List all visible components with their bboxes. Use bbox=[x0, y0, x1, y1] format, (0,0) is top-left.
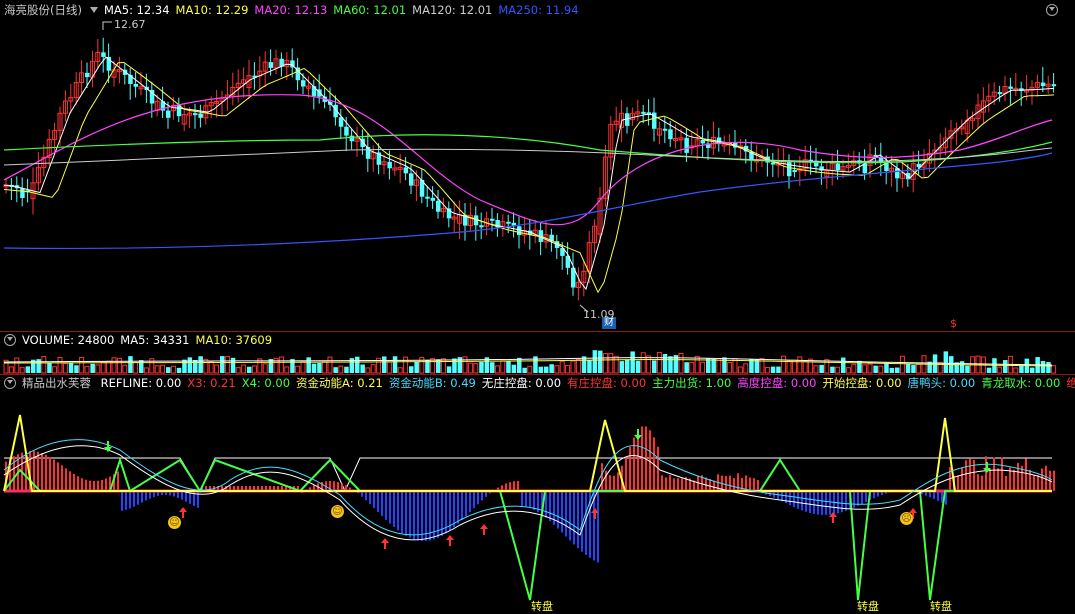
green-signal-line bbox=[3, 456, 1052, 601]
up-arrow-icon bbox=[179, 507, 187, 518]
yellow-signal-line bbox=[3, 414, 1052, 492]
down-arrow-icon bbox=[104, 441, 112, 452]
up-arrow-icon bbox=[446, 535, 454, 546]
smiley-icon: ☹ bbox=[900, 512, 913, 525]
smiley-icon: ☺ bbox=[168, 516, 181, 529]
up-arrow-icon bbox=[480, 524, 488, 535]
cyan-line bbox=[3, 439, 1053, 536]
down-arrow-icon bbox=[634, 429, 642, 440]
smiley-icon: ☺ bbox=[331, 505, 344, 518]
refline bbox=[4, 457, 1052, 493]
up-arrow-icon bbox=[381, 538, 389, 549]
indicator-chart[interactable] bbox=[0, 0, 1075, 612]
